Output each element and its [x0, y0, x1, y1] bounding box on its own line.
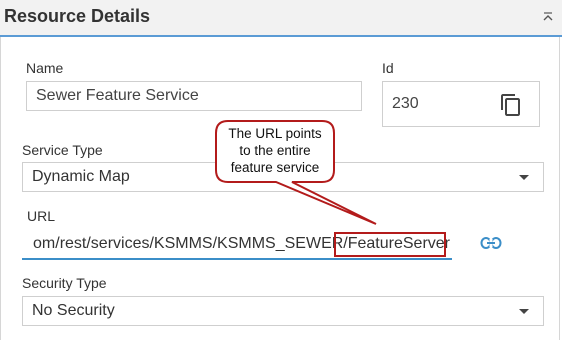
callout-line: to the entire [239, 143, 311, 158]
callout-line: The URL points [228, 126, 322, 141]
callout-text: The URL points to the entire feature ser… [216, 125, 334, 176]
callout-line: feature service [230, 160, 320, 175]
